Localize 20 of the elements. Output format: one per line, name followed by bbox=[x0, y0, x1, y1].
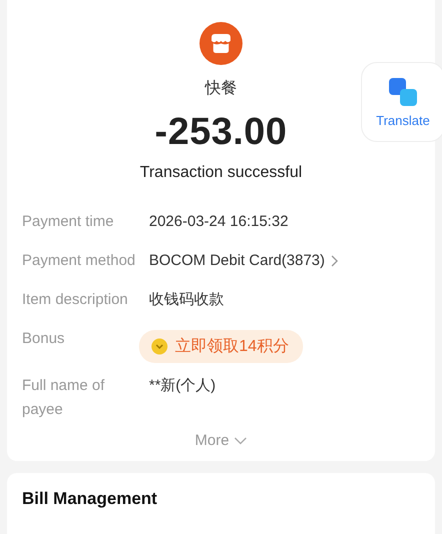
bonus-button[interactable]: 立即领取14积分 bbox=[139, 330, 303, 363]
detail-label: Payment time bbox=[22, 212, 115, 232]
more-button[interactable]: More bbox=[192, 430, 250, 451]
detail-label: Bonus bbox=[22, 329, 66, 349]
detail-label: Item description bbox=[22, 290, 129, 310]
detail-label: Payment method bbox=[22, 251, 136, 271]
detail-value: **新(个人) bbox=[149, 376, 216, 396]
translate-button[interactable]: Translate bbox=[361, 62, 442, 142]
payment-method-link[interactable]: BOCOM Debit Card(3873) bbox=[149, 249, 325, 273]
status-text: Transaction successful bbox=[140, 164, 302, 182]
coin-icon bbox=[151, 338, 168, 355]
chevron-right-icon bbox=[330, 255, 338, 267]
translate-icon bbox=[388, 76, 418, 106]
merchant-name: 快餐 bbox=[205, 78, 237, 99]
chevron-down-icon bbox=[234, 436, 248, 444]
detail-value: 收钱码收款 bbox=[149, 290, 224, 310]
detail-label: Full name of payee bbox=[22, 376, 106, 420]
detail-value: 2026-03-24 16:15:32 bbox=[149, 212, 288, 232]
amount: -253.00 bbox=[154, 111, 288, 154]
section-title: Bill Management bbox=[22, 489, 158, 509]
